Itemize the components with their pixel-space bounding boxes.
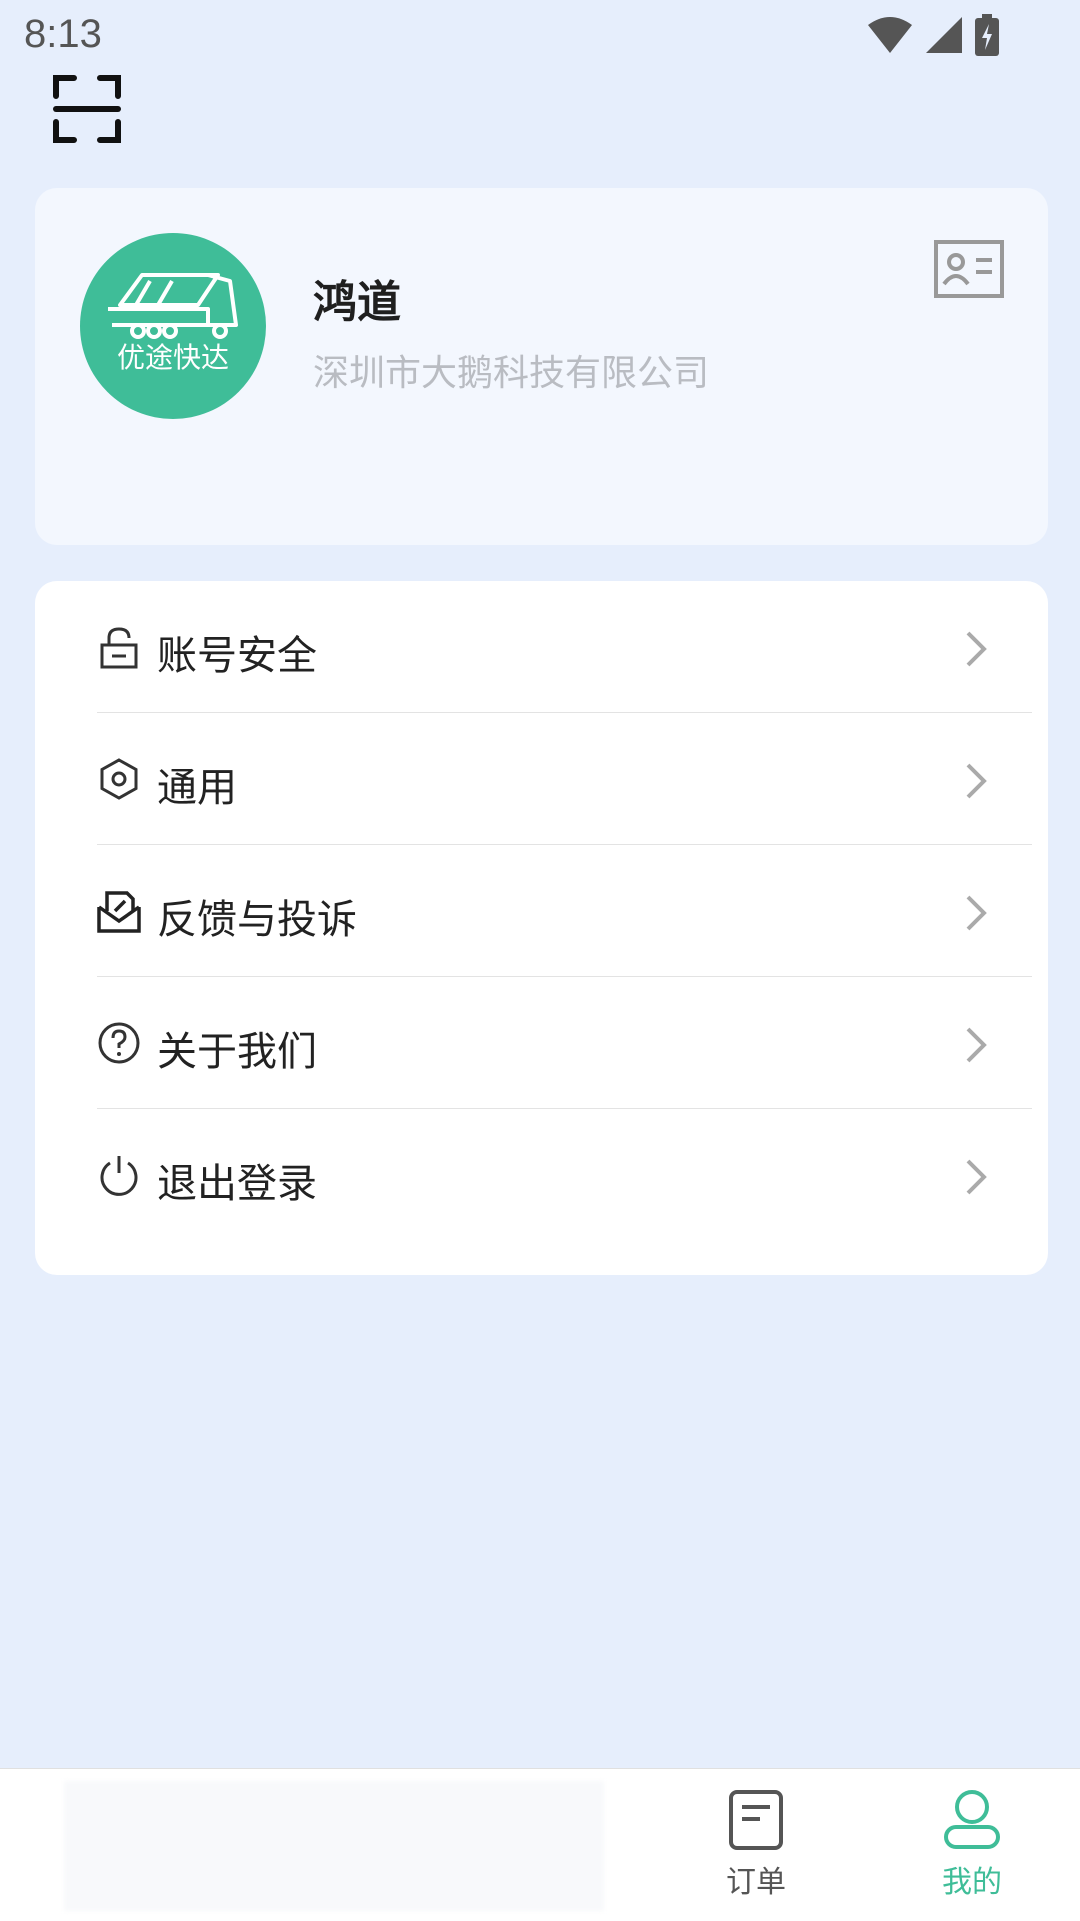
bottom-tab-bar: 订单 我的 (0, 1768, 1080, 1921)
question-circle-icon (98, 1022, 140, 1064)
id-card-icon[interactable] (934, 240, 1004, 298)
menu-label: 账号安全 (157, 633, 317, 679)
chevron-right-icon (966, 763, 987, 799)
menu-item-general[interactable]: 通用 (97, 713, 1048, 845)
menu-item-about-us[interactable]: 关于我们 (97, 977, 1048, 1109)
menu-label: 通用 (157, 765, 237, 811)
chevron-right-icon (966, 1027, 987, 1063)
avatar: 优途快达 (80, 233, 266, 419)
hexagon-settings-icon (100, 758, 138, 800)
truck-logo-icon: 优途快达 (108, 273, 238, 374)
menu-label: 关于我们 (157, 1029, 317, 1075)
tab-mine[interactable]: 我的 (902, 1789, 1042, 1919)
menu-label: 退出登录 (157, 1161, 317, 1207)
profile-card[interactable]: 优途快达 鸿道 深圳市大鹅科技有限公司 (35, 188, 1048, 545)
blurred-placeholder (64, 1781, 604, 1911)
tab-label: 我的 (942, 1865, 1002, 1900)
feedback-envelope-icon (97, 891, 141, 933)
document-icon (729, 1790, 783, 1850)
signal-icon (926, 17, 962, 53)
menu-item-account-security[interactable]: 账号安全 (97, 581, 1048, 713)
tab-orders[interactable]: 订单 (686, 1789, 826, 1919)
wifi-icon (868, 17, 912, 53)
company-name: 深圳市大鹅科技有限公司 (313, 353, 710, 394)
chevron-right-icon (966, 631, 987, 667)
chevron-right-icon (966, 1159, 987, 1195)
settings-menu: 账号安全 通用 反馈与投诉 关于我们 退出登录 (35, 581, 1048, 1275)
menu-item-logout[interactable]: 退出登录 (97, 1109, 1048, 1241)
tab-label: 订单 (726, 1865, 786, 1900)
status-bar: 8:13 (0, 0, 1080, 72)
logo-text: 优途快达 (117, 341, 229, 374)
menu-label: 反馈与投诉 (157, 897, 357, 943)
scan-icon[interactable] (52, 74, 122, 144)
battery-icon (975, 14, 999, 56)
menu-item-feedback[interactable]: 反馈与投诉 (97, 845, 1048, 977)
status-time: 8:13 (24, 12, 102, 56)
power-icon (100, 1156, 138, 1196)
user-name: 鸿道 (313, 277, 401, 328)
lock-icon (100, 627, 138, 669)
user-icon (944, 1790, 1000, 1849)
chevron-right-icon (966, 895, 987, 931)
